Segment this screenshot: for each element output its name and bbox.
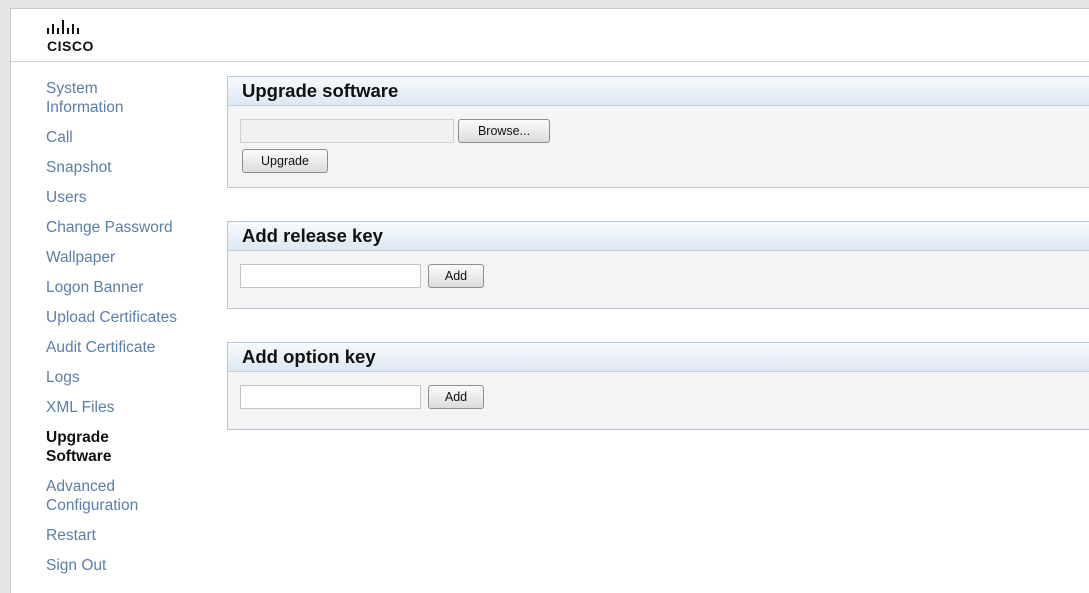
nav-item-logon-banner[interactable]: Logon Banner: [46, 278, 216, 297]
upgrade-software-title: Upgrade software: [228, 77, 1089, 106]
release-key-title: Add release key: [228, 222, 1089, 251]
upgrade-file-field[interactable]: [240, 119, 454, 143]
add-option-key-button[interactable]: Add: [428, 385, 484, 409]
option-key-input[interactable]: [240, 385, 421, 409]
nav-item-upload-certificates[interactable]: Upload Certificates: [46, 308, 216, 327]
nav-item-snapshot[interactable]: Snapshot: [46, 158, 216, 177]
cisco-bars-icon: [47, 20, 79, 34]
nav-item-wallpaper[interactable]: Wallpaper: [46, 248, 216, 267]
release-key-panel: Add release key Add: [227, 221, 1089, 309]
nav-item-restart[interactable]: Restart: [46, 526, 216, 545]
page: CISCO System Information Call Snapshot U…: [10, 8, 1089, 593]
nav-item-users[interactable]: Users: [46, 188, 216, 207]
nav-item-call[interactable]: Call: [46, 128, 216, 147]
cisco-logo: CISCO: [46, 19, 106, 55]
option-key-panel: Add option key Add: [227, 342, 1089, 430]
nav-item-upgrade-software[interactable]: Upgrade Software: [46, 428, 166, 466]
upgrade-button[interactable]: Upgrade: [242, 149, 328, 173]
add-release-key-button[interactable]: Add: [428, 264, 484, 288]
nav-item-audit-certificate[interactable]: Audit Certificate: [46, 338, 216, 357]
header: CISCO: [11, 9, 1089, 62]
release-key-input[interactable]: [240, 264, 421, 288]
nav-item-advanced-configuration[interactable]: Advanced Configuration: [46, 477, 166, 515]
logo-text: CISCO: [47, 38, 94, 54]
nav-item-change-password[interactable]: Change Password: [46, 218, 216, 237]
browse-button[interactable]: Browse...: [458, 119, 550, 143]
nav-item-system-information[interactable]: System Information: [46, 79, 166, 117]
nav-item-xml-files[interactable]: XML Files: [46, 398, 216, 417]
sidebar-nav: System Information Call Snapshot Users C…: [46, 79, 216, 586]
nav-item-sign-out[interactable]: Sign Out: [46, 556, 216, 575]
option-key-title: Add option key: [228, 343, 1089, 372]
upgrade-software-panel: Upgrade software Browse... Upgrade: [227, 76, 1089, 188]
nav-item-logs[interactable]: Logs: [46, 368, 216, 387]
